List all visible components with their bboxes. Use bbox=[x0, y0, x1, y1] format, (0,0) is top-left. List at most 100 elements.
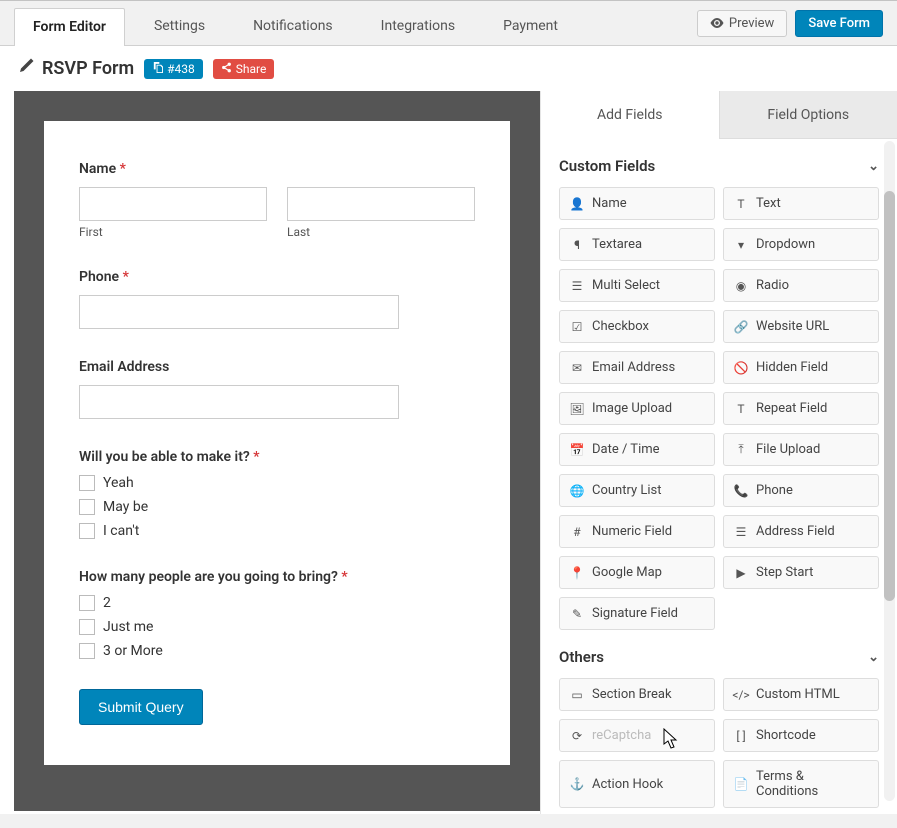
scroll-thumb[interactable] bbox=[884, 191, 895, 601]
field-fileupload-btn[interactable]: ⤒ File Upload bbox=[723, 433, 879, 466]
recaptcha-icon: ⟳ bbox=[570, 729, 584, 743]
q2-opt1-label: Just me bbox=[103, 619, 153, 635]
email-input[interactable] bbox=[79, 385, 399, 419]
field-section-btn[interactable]: ▭Section Break bbox=[559, 678, 715, 711]
field-multiselect-btn[interactable]: ☰ Multi Select bbox=[559, 269, 715, 302]
preview-label: Preview bbox=[729, 16, 774, 31]
pencil-icon bbox=[18, 58, 34, 79]
fld-googlemap: Google Map bbox=[592, 565, 662, 580]
fld-name: Name bbox=[592, 196, 627, 211]
q1-option-2[interactable]: I can't bbox=[79, 523, 475, 539]
q1-option-1[interactable]: May be bbox=[79, 499, 475, 515]
fld-imageupload: Image Upload bbox=[592, 401, 672, 416]
share-badge[interactable]: Share bbox=[213, 59, 275, 79]
fld-radio: Radio bbox=[756, 278, 789, 293]
tab-notifications[interactable]: Notifications bbox=[234, 7, 352, 45]
field-phone-btn[interactable]: 📞Phone bbox=[723, 474, 879, 507]
field-website-btn[interactable]: 🔗Website URL bbox=[723, 310, 879, 343]
columns-icon: ▭ bbox=[570, 688, 584, 702]
tab-integrations[interactable]: Integrations bbox=[362, 7, 474, 45]
field-dropdown-btn[interactable]: ▾Dropdown bbox=[723, 228, 879, 261]
field-customhtml-btn[interactable]: </>Custom HTML bbox=[723, 678, 879, 711]
fld-repeat: Repeat Field bbox=[756, 401, 827, 416]
fld-stepstart: Step Start bbox=[756, 565, 813, 580]
eye-slash-icon: 🚫 bbox=[734, 361, 748, 375]
required-star: * bbox=[253, 449, 259, 465]
q1-opt2-label: I can't bbox=[103, 523, 139, 539]
field-checkbox-btn[interactable]: ☑Checkbox bbox=[559, 310, 715, 343]
preview-button[interactable]: Preview bbox=[697, 10, 787, 37]
tab-payment[interactable]: Payment bbox=[484, 7, 577, 45]
form-canvas-column: Name * First Last bbox=[0, 91, 540, 814]
field-address-btn[interactable]: ☰Address Field bbox=[723, 515, 879, 548]
required-star: * bbox=[120, 161, 126, 177]
page-title: RSVP Form bbox=[18, 58, 134, 79]
save-button[interactable]: Save Form bbox=[795, 10, 883, 37]
section-custom-fields[interactable]: Custom Fields ⌄ bbox=[559, 157, 879, 175]
fld-multiselect: Multi Select bbox=[592, 278, 660, 293]
fld-terms: Terms & Conditions bbox=[756, 769, 868, 799]
tab-form-editor[interactable]: Form Editor bbox=[14, 8, 125, 46]
field-name[interactable]: Name * First Last bbox=[79, 161, 475, 239]
fld-fileupload: File Upload bbox=[756, 442, 820, 457]
submit-button[interactable]: Submit Query bbox=[79, 689, 203, 725]
field-country-btn[interactable]: 🌐Country List bbox=[559, 474, 715, 507]
checkbox-icon bbox=[79, 595, 95, 611]
field-actionhook-btn[interactable]: ⚓Action Hook bbox=[559, 760, 715, 808]
upload-icon: ⤒ bbox=[734, 442, 748, 457]
q2-option-1[interactable]: Just me bbox=[79, 619, 475, 635]
section-others[interactable]: Others ⌄ bbox=[559, 648, 879, 666]
form-id-badge[interactable]: #438 bbox=[144, 59, 203, 79]
custom-fields-grid: 👤Name TText ¶Textarea ▾Dropdown ☰ Multi S… bbox=[559, 187, 879, 630]
section-others-label: Others bbox=[559, 648, 604, 666]
last-name-input[interactable] bbox=[287, 187, 475, 221]
checkbox-icon bbox=[79, 619, 95, 635]
first-sublabel: First bbox=[79, 225, 267, 239]
field-recaptcha-btn: ⟳reCaptcha bbox=[559, 719, 715, 752]
q2-option-0[interactable]: 2 bbox=[79, 595, 475, 611]
field-email[interactable]: Email Address bbox=[79, 359, 475, 419]
tab-settings[interactable]: Settings bbox=[135, 7, 224, 45]
field-q2[interactable]: How many people are you going to bring? … bbox=[79, 569, 475, 659]
field-radio-btn[interactable]: ◉Radio bbox=[723, 269, 879, 302]
field-googlemap-btn[interactable]: 📍Google Map bbox=[559, 556, 715, 589]
checkbox-icon bbox=[79, 523, 95, 539]
q1-label-text: Will you be able to make it? bbox=[79, 449, 250, 465]
field-name-btn[interactable]: 👤Name bbox=[559, 187, 715, 220]
tab-field-options[interactable]: Field Options bbox=[719, 91, 897, 139]
field-stepstart-btn[interactable]: ▶Step Start bbox=[723, 556, 879, 589]
list-icon: ☰ bbox=[570, 279, 584, 293]
field-terms-btn[interactable]: 📄Terms & Conditions bbox=[723, 760, 879, 808]
required-star: * bbox=[123, 269, 129, 285]
field-signature-btn[interactable]: ✎Signature Field bbox=[559, 597, 715, 630]
sub-header: RSVP Form #438 Share bbox=[0, 46, 897, 91]
field-phone[interactable]: Phone * bbox=[79, 269, 475, 329]
chevron-down-icon: ⌄ bbox=[868, 159, 879, 174]
q1-option-0[interactable]: Yeah bbox=[79, 475, 475, 491]
right-scrollbar[interactable] bbox=[884, 141, 895, 801]
canvas-viewport[interactable]: Name * First Last bbox=[14, 91, 540, 811]
fld-address: Address Field bbox=[756, 524, 835, 539]
fld-website: Website URL bbox=[756, 319, 829, 334]
hash-icon: # bbox=[570, 525, 584, 539]
field-shortcode-btn[interactable]: [ ]Shortcode bbox=[723, 719, 879, 752]
code-icon: </> bbox=[734, 688, 748, 702]
field-email-btn[interactable]: ✉Email Address bbox=[559, 351, 715, 384]
first-name-input[interactable] bbox=[79, 187, 267, 221]
field-text-btn[interactable]: TText bbox=[723, 187, 879, 220]
chevron-down-icon: ⌄ bbox=[868, 650, 879, 665]
phone-input[interactable] bbox=[79, 295, 399, 329]
fld-shortcode: Shortcode bbox=[756, 728, 816, 743]
field-q1[interactable]: Will you be able to make it? * Yeah May … bbox=[79, 449, 475, 539]
q2-option-2[interactable]: 3 or More bbox=[79, 643, 475, 659]
tab-add-fields[interactable]: Add Fields bbox=[541, 91, 719, 139]
share-icon bbox=[221, 62, 232, 76]
field-datetime-btn[interactable]: 📅Date / Time bbox=[559, 433, 715, 466]
fld-checkbox: Checkbox bbox=[592, 319, 649, 334]
field-hidden-btn[interactable]: 🚫Hidden Field bbox=[723, 351, 879, 384]
fld-phone: Phone bbox=[756, 483, 793, 498]
field-imageupload-btn[interactable]: 🖼Image Upload bbox=[559, 392, 715, 425]
field-textarea-btn[interactable]: ¶Textarea bbox=[559, 228, 715, 261]
field-numeric-btn[interactable]: #Numeric Field bbox=[559, 515, 715, 548]
field-repeat-btn[interactable]: TRepeat Field bbox=[723, 392, 879, 425]
